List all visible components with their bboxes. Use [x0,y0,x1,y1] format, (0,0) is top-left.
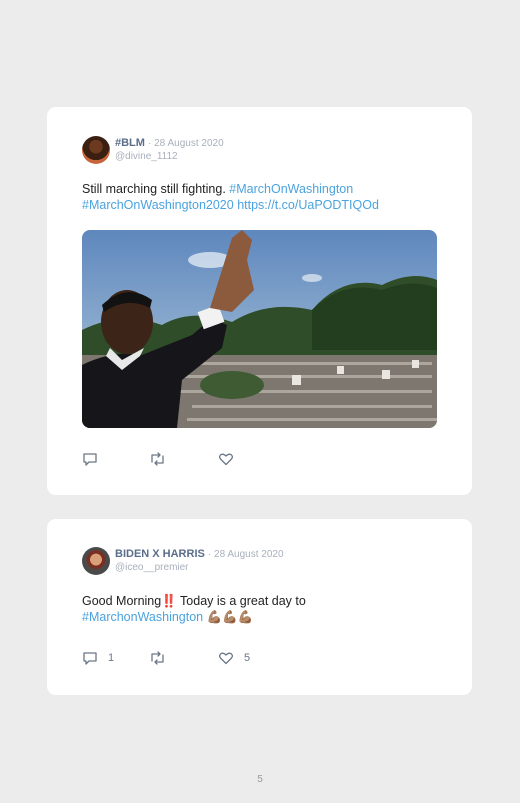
retweet-button[interactable] [149,451,176,467]
tweet-actions: 1 5 [82,650,382,666]
avatar[interactable] [82,547,110,575]
heart-icon [218,451,234,467]
author-handle[interactable]: @divine_1112 [115,151,178,162]
tweet-date: · 28 August 2020 [148,138,224,149]
page-number: 5 [257,774,263,785]
retweet-icon [149,451,166,467]
reply-button[interactable]: 1 [82,650,114,666]
tweet-card: BIDEN X HARRIS · 28 August 2020 @iceo__p… [47,519,472,695]
reply-count: 1 [108,652,115,664]
heart-icon [218,650,234,666]
hashtag-link[interactable]: #MarchOnWashington [229,182,353,196]
like-button[interactable]: 5 [218,650,250,666]
retweet-button[interactable] [149,650,176,666]
tweet-body: Still marching still fighting. [82,182,226,196]
author-handle[interactable]: @iceo__premier [115,562,189,573]
tweet-text: Good Morning‼️ Today is a great day to #… [82,594,442,625]
tweet-card: #BLM · 28 August 2020 @divine_1112 Still… [47,107,472,495]
reply-icon [82,451,98,467]
tweet-photo[interactable] [82,230,437,428]
like-button[interactable] [218,451,244,467]
tweet-body: Good Morning [82,594,162,608]
flexed-biceps-emoji: 💪🏽💪🏽💪🏽 [206,609,254,624]
hashtag-link[interactable]: #MarchOnWashington2020 [82,198,234,212]
avatar[interactable] [82,136,110,164]
author-name[interactable]: BIDEN X HARRIS [115,548,205,560]
reply-button[interactable] [82,451,108,467]
reply-icon [82,650,98,666]
like-count: 5 [244,652,251,664]
url-link[interactable]: https://t.co/UaPODTIQOd [237,198,379,212]
tweet-text: Still marching still fighting. #MarchOnW… [82,182,442,213]
tweet-actions [82,451,382,467]
double-exclamation-emoji: ‼️ [161,594,177,608]
tweet-header: #BLM · 28 August 2020 [115,137,224,149]
tweet-header: BIDEN X HARRIS · 28 August 2020 [115,548,284,560]
retweet-icon [149,650,166,666]
author-name[interactable]: #BLM [115,137,145,149]
tweet-body-continued: Today is a great day to [176,594,306,608]
hashtag-link[interactable]: #MarchonWashington [82,610,203,624]
tweet-date: · 28 August 2020 [207,549,284,560]
